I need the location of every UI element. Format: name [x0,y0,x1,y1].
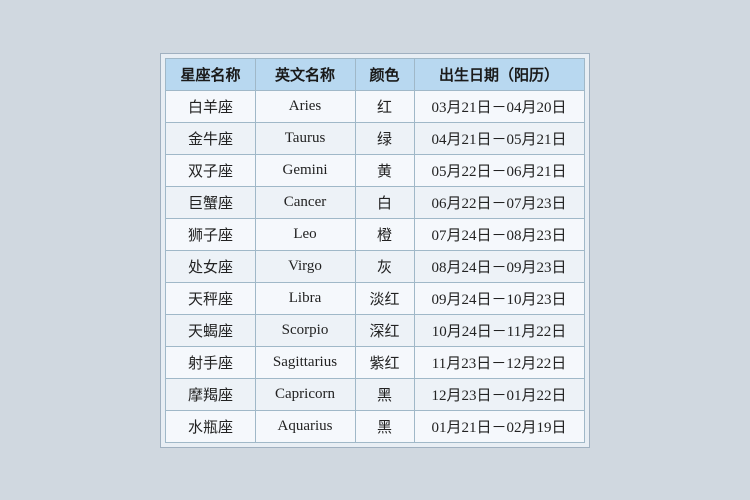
cell-date: 05月22日－06月21日 [414,154,584,186]
cell-date: 09月24日－10月23日 [414,282,584,314]
cell-english: Leo [255,218,355,250]
cell-chinese: 巨蟹座 [166,186,255,218]
cell-date: 07月24日－08月23日 [414,218,584,250]
cell-chinese: 处女座 [166,250,255,282]
cell-chinese: 天蝎座 [166,314,255,346]
cell-color: 灰 [355,250,414,282]
cell-chinese: 白羊座 [166,90,255,122]
header-color: 颜色 [355,58,414,90]
header-chinese: 星座名称 [166,58,255,90]
cell-english: Aries [255,90,355,122]
cell-date: 08月24日－09月23日 [414,250,584,282]
table-row: 天秤座Libra淡红09月24日－10月23日 [166,282,584,314]
table-row: 双子座Gemini黄05月22日－06月21日 [166,154,584,186]
cell-english: Scorpio [255,314,355,346]
table-row: 天蝎座Scorpio深红10月24日－11月22日 [166,314,584,346]
header-date: 出生日期（阳历） [414,58,584,90]
table-row: 狮子座Leo橙07月24日－08月23日 [166,218,584,250]
cell-english: Cancer [255,186,355,218]
cell-chinese: 水瓶座 [166,410,255,442]
cell-color: 黄 [355,154,414,186]
cell-date: 10月24日－11月22日 [414,314,584,346]
cell-color: 黑 [355,378,414,410]
cell-color: 橙 [355,218,414,250]
cell-chinese: 射手座 [166,346,255,378]
table-header-row: 星座名称 英文名称 颜色 出生日期（阳历） [166,58,584,90]
cell-date: 11月23日－12月22日 [414,346,584,378]
cell-english: Virgo [255,250,355,282]
cell-english: Sagittarius [255,346,355,378]
cell-color: 白 [355,186,414,218]
cell-date: 04月21日－05月21日 [414,122,584,154]
cell-color: 淡红 [355,282,414,314]
table-row: 巨蟹座Cancer白06月22日－07月23日 [166,186,584,218]
cell-color: 绿 [355,122,414,154]
zodiac-table: 星座名称 英文名称 颜色 出生日期（阳历） 白羊座Aries红03月21日－04… [165,58,584,443]
cell-english: Capricorn [255,378,355,410]
table-row: 处女座Virgo灰08月24日－09月23日 [166,250,584,282]
table-row: 水瓶座Aquarius黑01月21日－02月19日 [166,410,584,442]
table-row: 白羊座Aries红03月21日－04月20日 [166,90,584,122]
cell-color: 红 [355,90,414,122]
cell-chinese: 摩羯座 [166,378,255,410]
cell-chinese: 双子座 [166,154,255,186]
cell-english: Taurus [255,122,355,154]
cell-english: Libra [255,282,355,314]
cell-color: 深红 [355,314,414,346]
cell-date: 03月21日－04月20日 [414,90,584,122]
cell-chinese: 狮子座 [166,218,255,250]
zodiac-table-wrapper: 星座名称 英文名称 颜色 出生日期（阳历） 白羊座Aries红03月21日－04… [160,53,589,448]
cell-english: Aquarius [255,410,355,442]
cell-date: 06月22日－07月23日 [414,186,584,218]
cell-date: 12月23日－01月22日 [414,378,584,410]
cell-color: 黑 [355,410,414,442]
cell-color: 紫红 [355,346,414,378]
table-row: 金牛座Taurus绿04月21日－05月21日 [166,122,584,154]
cell-chinese: 天秤座 [166,282,255,314]
cell-date: 01月21日－02月19日 [414,410,584,442]
table-row: 摩羯座Capricorn黑12月23日－01月22日 [166,378,584,410]
header-english: 英文名称 [255,58,355,90]
cell-chinese: 金牛座 [166,122,255,154]
table-row: 射手座Sagittarius紫红11月23日－12月22日 [166,346,584,378]
cell-english: Gemini [255,154,355,186]
